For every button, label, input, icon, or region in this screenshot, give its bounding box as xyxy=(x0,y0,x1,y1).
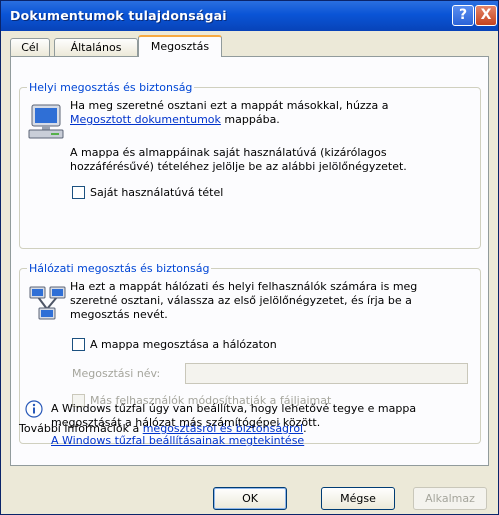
tab-megosztas[interactable]: Megosztás xyxy=(138,35,222,57)
apply-button[interactable]: Alkalmaz xyxy=(413,487,487,510)
tab-cel[interactable]: Cél xyxy=(10,38,50,56)
sharing-panel: Helyi megosztás és biztonság Ha meg szer… xyxy=(10,56,489,466)
firewall-info-line-2: megosztását a hálózat más számítógépei k… xyxy=(51,416,321,429)
network-sharing-text-3: megosztás nevét. xyxy=(70,308,168,321)
network-icon xyxy=(29,286,66,320)
local-sharing-text-1b: mappába. xyxy=(224,113,280,126)
cancel-button[interactable]: Mégse xyxy=(321,487,395,510)
help-button[interactable]: ? xyxy=(452,5,474,26)
local-sharing-title: Helyi megosztás és biztonság xyxy=(27,81,195,94)
local-sharing-text-2a: A mappa és almappáinak saját használatúv… xyxy=(70,146,387,159)
network-sharing-text-2: szeretné osztani, válassza az első jelöl… xyxy=(70,294,412,307)
firewall-info-line-1: A Windows tűzfal úgy van beállítva, hogy… xyxy=(51,402,417,415)
network-sharing-text-1: Ha ezt a mappát hálózati és helyi felhas… xyxy=(70,280,418,293)
share-name-label: Megosztási név: xyxy=(72,367,161,380)
properties-dialog: Dokumentumok tulajdonságai ? X Cél Által… xyxy=(0,0,499,515)
local-sharing-group: Helyi megosztás és biztonság Ha meg szer… xyxy=(19,81,481,249)
local-sharing-text-1: Ha meg szeretné osztani ezt a mappát más… xyxy=(70,99,470,127)
local-sharing-text-2b: hozzáférésűvé) tételéhez jelölje be az a… xyxy=(70,160,407,173)
share-on-network-checkbox[interactable] xyxy=(72,338,85,351)
make-private-checkbox[interactable] xyxy=(72,186,85,199)
tab-altalanos[interactable]: Általános xyxy=(54,38,138,56)
window-title: Dokumentumok tulajdonságai xyxy=(10,8,227,23)
shared-documents-link[interactable]: Megosztott dokumentumok xyxy=(70,113,221,126)
share-on-network-label[interactable]: A mappa megosztása a hálózaton xyxy=(90,338,277,352)
firewall-info-text: A Windows tűzfal úgy van beállítva, hogy… xyxy=(51,402,481,430)
local-sharing-text-2: A mappa és almappáinak saját használatúv… xyxy=(70,146,480,174)
info-icon xyxy=(25,400,43,418)
title-bar[interactable]: Dokumentumok tulajdonságai ? X xyxy=(1,1,498,31)
firewall-settings-link[interactable]: A Windows tűzfal beállításainak megtekin… xyxy=(51,434,304,448)
share-name-field[interactable] xyxy=(185,363,468,384)
network-sharing-title: Hálózati megosztás és biztonság xyxy=(27,262,212,275)
ok-button[interactable]: OK xyxy=(213,487,287,510)
close-button[interactable]: X xyxy=(475,5,497,26)
make-private-label[interactable]: Saját használatúvá tétel xyxy=(90,186,223,200)
network-sharing-text: Ha ezt a mappát hálózati és helyi felhas… xyxy=(70,280,480,322)
computer-icon xyxy=(28,104,64,139)
local-sharing-text-1a: Ha meg szeretné osztani ezt a mappát más… xyxy=(70,99,389,112)
